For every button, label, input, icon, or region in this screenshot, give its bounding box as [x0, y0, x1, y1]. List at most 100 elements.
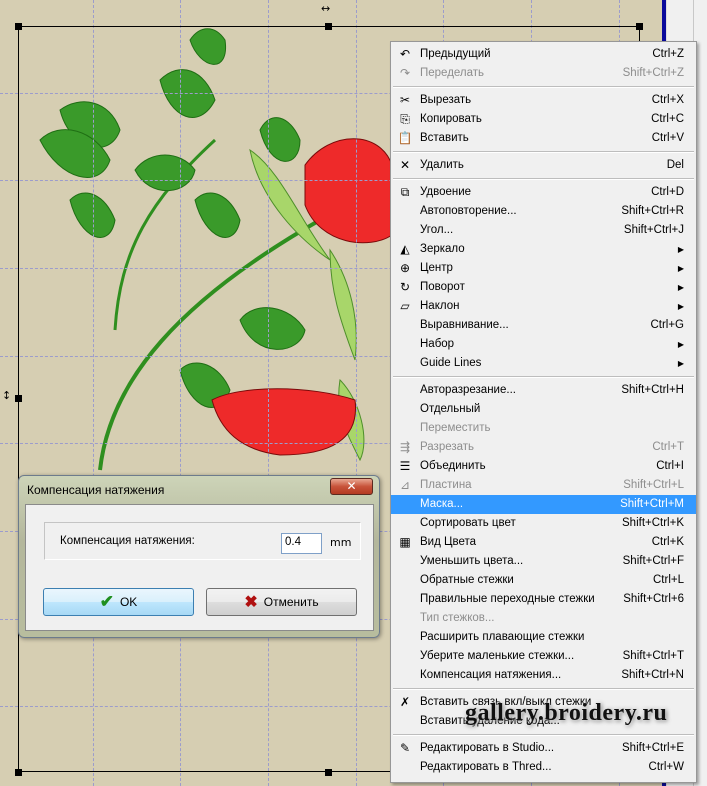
menu-item[interactable]: ☰ Объединить Ctrl+I: [391, 457, 696, 476]
menu-item[interactable]: ⎘ Копировать Ctrl+C: [391, 110, 696, 129]
menu-item-label: Уберите маленькие стежки...: [420, 650, 575, 662]
menu-item-shortcut: Shift+Ctrl+R: [621, 205, 684, 217]
menu-item-shortcut: Ctrl+L: [653, 574, 684, 586]
menu-item-shortcut: Shift+Ctrl+K: [622, 517, 684, 529]
menu-item[interactable]: Тип стежков...: [391, 609, 696, 628]
menu-item[interactable]: Сортировать цвет Shift+Ctrl+K: [391, 514, 696, 533]
menu-item-shortcut: Shift+Ctrl+6: [623, 593, 684, 605]
menu-item[interactable]: ↻ Поворот ▶: [391, 278, 696, 297]
menu-item-label: Редактировать в Studio...: [420, 742, 555, 754]
menu-item-label: Уменьшить цвета...: [420, 555, 524, 567]
resize-handle[interactable]: [15, 769, 22, 776]
redo-icon: ↷: [399, 66, 411, 80]
menu-item[interactable]: Маска... Shift+Ctrl+M: [391, 495, 696, 514]
resize-arrow-icon: ↕: [2, 389, 12, 402]
paste-icon: 📋: [397, 131, 413, 145]
menu-item[interactable]: ▦ Вид Цвета Ctrl+K: [391, 533, 696, 552]
resize-handle[interactable]: [15, 395, 22, 402]
menu-item-label: Правильные переходные стежки: [420, 593, 595, 605]
tension-compensation-dialog: Компенсация натяжения ✕ Компенсация натя…: [18, 475, 380, 638]
menu-item[interactable]: ⊕ Центр ▶: [391, 259, 696, 278]
menu-item[interactable]: ⧉ Удвоение Ctrl+D: [391, 183, 696, 202]
menu-item-shortcut: Ctrl+X: [651, 94, 684, 106]
resize-handle[interactable]: [15, 23, 22, 30]
rotate-icon: ↻: [399, 280, 411, 294]
context-menu: ↶ Предыдущий Ctrl+Z ↷ Переделать Shift+Ctrl+Z…: [390, 41, 697, 783]
menu-item[interactable]: ◭ Зеркало ▶: [391, 240, 696, 259]
menu-item[interactable]: Расширить плавающие стежки: [391, 628, 696, 647]
menu-item[interactable]: Уберите маленькие стежки... Shift+Ctrl+T: [391, 647, 696, 666]
submenu-arrow-icon: ▶: [677, 264, 684, 273]
menu-item-shortcut: Shift+Ctrl+Z: [622, 67, 684, 79]
menu-item-label: Центр: [420, 262, 453, 274]
menu-item-label: Объединить: [420, 460, 486, 472]
menu-item-shortcut: Ctrl+I: [656, 460, 684, 472]
menu-item[interactable]: Авторазрезание... Shift+Ctrl+H: [391, 381, 696, 400]
copy-icon: ⎘: [400, 112, 410, 126]
menu-item-shortcut: Ctrl+V: [651, 132, 684, 144]
submenu-arrow-icon: ▶: [677, 340, 684, 349]
menu-item[interactable]: ⊿ Пластина Shift+Ctrl+L: [391, 476, 696, 495]
menu-item[interactable]: ▱ Наклон ▶: [391, 297, 696, 316]
resize-arrow-icon: ↔: [321, 2, 331, 15]
menu-item-label: Тип стежков...: [420, 612, 495, 624]
menu-item-shortcut: Del: [666, 159, 684, 171]
menu-item[interactable]: Автоповторение... Shift+Ctrl+R: [391, 202, 696, 221]
menu-item[interactable]: Отдельный: [391, 400, 696, 419]
menu-item-shortcut: Ctrl+W: [648, 761, 684, 773]
menu-item[interactable]: ✕ Удалить Del: [391, 156, 696, 175]
menu-item[interactable]: Угол... Shift+Ctrl+J: [391, 221, 696, 240]
menu-item[interactable]: Компенсация натяжения... Shift+Ctrl+N: [391, 666, 696, 685]
checkmark-icon: ✔: [99, 592, 114, 611]
menu-item[interactable]: Редактировать в Thred... Ctrl+W: [391, 758, 696, 777]
menu-item[interactable]: Обратные стежки Ctrl+L: [391, 571, 696, 590]
settings-group: Компенсация натяжения: 0.4 mm: [44, 522, 361, 560]
cancel-button[interactable]: ✖ Отменить: [206, 588, 357, 616]
resize-handle[interactable]: [325, 23, 332, 30]
menu-item[interactable]: Набор ▶: [391, 335, 696, 354]
menu-item-shortcut: Shift+Ctrl+F: [622, 555, 684, 567]
menu-item[interactable]: ↷ Переделать Shift+Ctrl+Z: [391, 64, 696, 83]
submenu-arrow-icon: ▶: [677, 359, 684, 368]
menu-item-shortcut: Ctrl+G: [650, 319, 684, 331]
menu-item[interactable]: ↶ Предыдущий Ctrl+Z: [391, 45, 696, 64]
resize-handle[interactable]: [636, 23, 643, 30]
menu-item[interactable]: ⇶ Разрезать Ctrl+T: [391, 438, 696, 457]
menu-item-label: Удалить: [420, 159, 464, 171]
menu-item-shortcut: Ctrl+T: [652, 441, 684, 453]
menu-item[interactable]: Правильные переходные стежки Shift+Ctrl+6: [391, 590, 696, 609]
menu-item-label: Маска...: [420, 498, 464, 510]
menu-item[interactable]: 📋 Вставить Ctrl+V: [391, 129, 696, 148]
watermark: gallery.broidery.ru: [465, 700, 668, 726]
menu-separator: [391, 373, 696, 381]
menu-item-label: Копировать: [420, 113, 482, 125]
menu-item-label: Автоповторение...: [420, 205, 517, 217]
menu-item-shortcut: Shift+Ctrl+L: [623, 479, 684, 491]
scissors-icon: ✂: [399, 93, 411, 107]
menu-item[interactable]: Guide Lines ▶: [391, 354, 696, 373]
split-icon: ⇶: [399, 440, 411, 454]
compensation-input[interactable]: 0.4: [281, 533, 322, 554]
ok-button[interactable]: ✔ OK: [43, 588, 194, 616]
menu-item-label: Разрезать: [420, 441, 475, 453]
menu-item-shortcut: Ctrl+K: [651, 536, 684, 548]
menu-item[interactable]: ✎ Редактировать в Studio... Shift+Ctrl+E: [391, 739, 696, 758]
menu-item-label: Авторазрезание...: [420, 384, 516, 396]
edit-studio-icon: ✎: [399, 741, 411, 755]
menu-separator: [391, 175, 696, 183]
menu-item[interactable]: Уменьшить цвета... Shift+Ctrl+F: [391, 552, 696, 571]
menu-item-label: Переделать: [420, 67, 485, 79]
menu-item-label: Наклон: [420, 300, 460, 312]
submenu-arrow-icon: ▶: [677, 302, 684, 311]
menu-item[interactable]: ✂ Вырезать Ctrl+X: [391, 91, 696, 110]
resize-handle[interactable]: [325, 769, 332, 776]
menu-item[interactable]: Выравнивание... Ctrl+G: [391, 316, 696, 335]
menu-item-label: Вырезать: [420, 94, 472, 106]
menu-item-label: Набор: [420, 338, 455, 350]
undo-icon: ↶: [399, 47, 411, 61]
menu-item-label: Удвоение: [420, 186, 472, 198]
menu-item-label: Компенсация натяжения...: [420, 669, 562, 681]
close-button[interactable]: ✕: [330, 478, 373, 495]
center-icon: ⊕: [399, 261, 411, 275]
menu-item[interactable]: Переместить: [391, 419, 696, 438]
